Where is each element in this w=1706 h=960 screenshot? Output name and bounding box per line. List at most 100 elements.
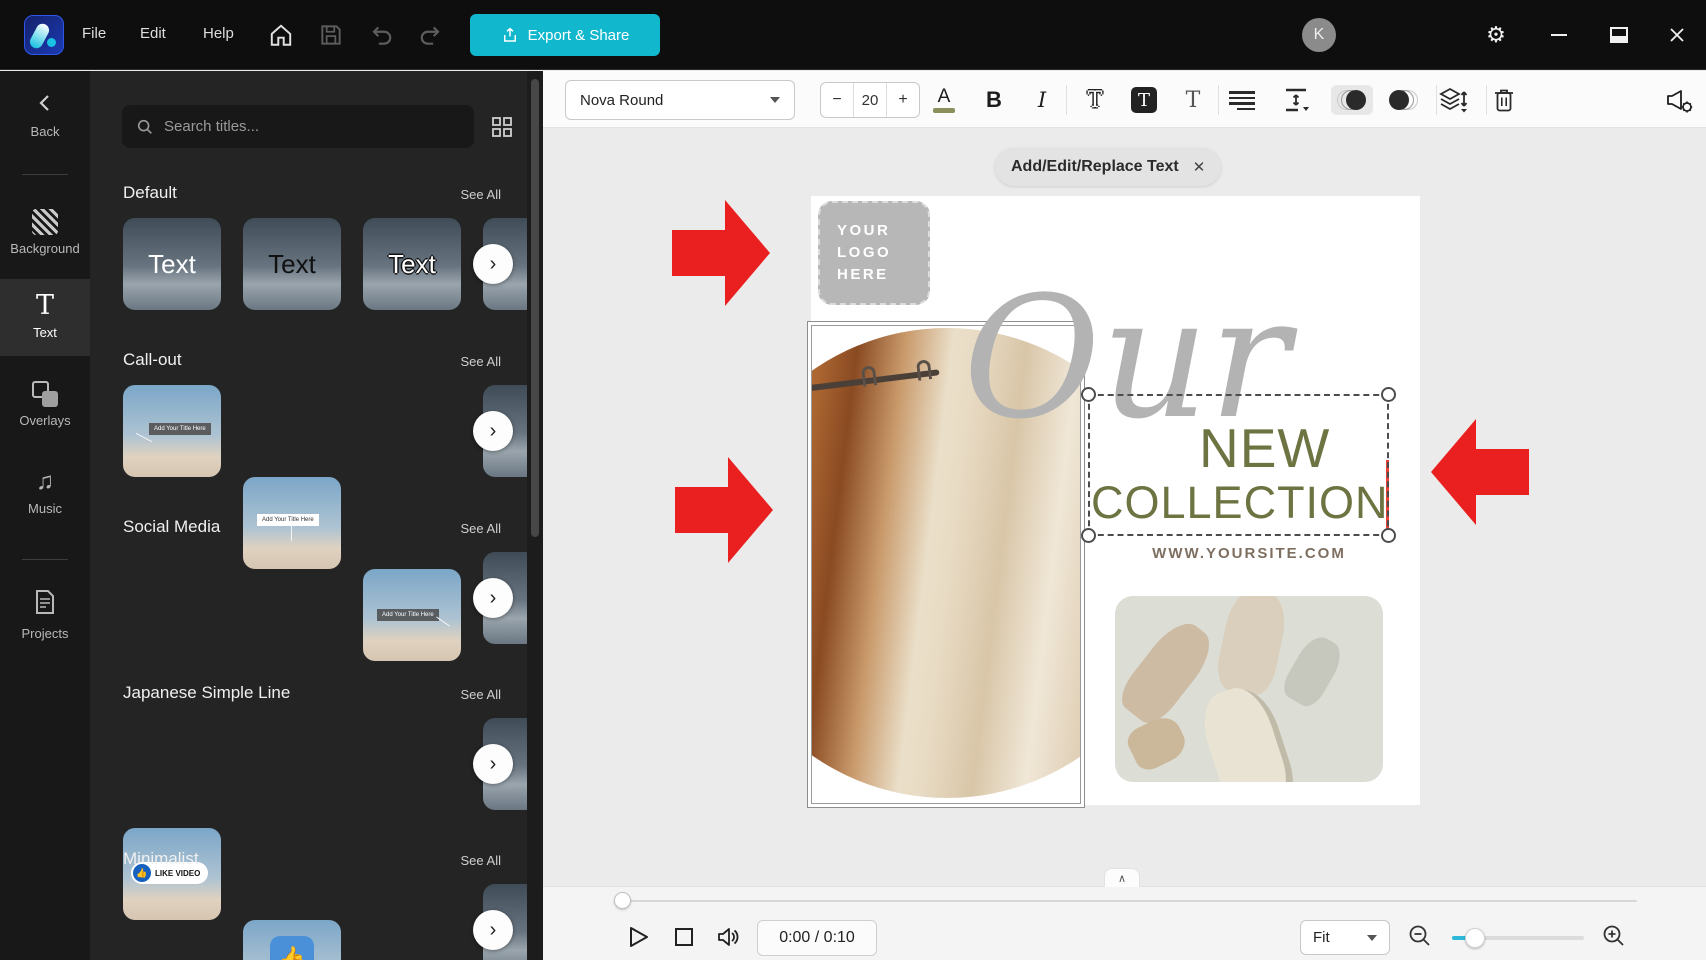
settings-gear-icon[interactable]: ⚙ bbox=[1482, 22, 1510, 48]
text-box-style-button[interactable]: T bbox=[1129, 85, 1159, 115]
close-button[interactable] bbox=[1663, 22, 1691, 48]
nav-divider bbox=[22, 174, 68, 175]
selection-handle-nw[interactable] bbox=[1081, 387, 1096, 402]
sidebar-item-overlays[interactable]: Overlays bbox=[0, 381, 90, 428]
font-color-button[interactable]: A bbox=[929, 85, 959, 115]
template-thumb-text-white[interactable]: Text bbox=[123, 218, 221, 310]
artboard[interactable]: YOUR LOGO HERE Our NEW COLLECTION WWW.YO… bbox=[807, 196, 1420, 808]
row-next-arrow[interactable]: › bbox=[473, 244, 513, 284]
redo-icon[interactable] bbox=[418, 22, 444, 48]
projects-doc-icon bbox=[36, 590, 54, 614]
timeline-expand-button[interactable]: ∧ bbox=[1104, 868, 1140, 887]
text-selection-box[interactable] bbox=[1081, 387, 1396, 543]
italic-button[interactable]: I bbox=[1027, 85, 1057, 115]
template-thumb-like-big[interactable]: 👍 LIKE bbox=[243, 920, 341, 960]
playback-bar: ∧ 0:00 / 0:10 Fit bbox=[543, 868, 1706, 960]
bold-button[interactable]: B bbox=[979, 85, 1009, 115]
template-thumb-callout-3[interactable]: Add Your Title Here bbox=[363, 569, 461, 661]
tooltip-close-icon[interactable]: ✕ bbox=[1193, 158, 1206, 176]
template-thumb-text-black[interactable]: Text bbox=[243, 218, 341, 310]
text-outline-style-button[interactable]: T bbox=[1080, 85, 1110, 115]
back-chevron-icon bbox=[39, 95, 49, 111]
row-next-arrow[interactable]: › bbox=[473, 411, 513, 451]
megaphone-gear-icon bbox=[1667, 90, 1693, 113]
row-next-arrow[interactable]: › bbox=[473, 744, 513, 784]
see-all-social[interactable]: See All bbox=[461, 521, 501, 536]
align-button[interactable] bbox=[1229, 85, 1259, 115]
menu-edit[interactable]: Edit bbox=[140, 25, 166, 42]
font-size-value[interactable]: 20 bbox=[853, 83, 887, 117]
menu-help[interactable]: Help bbox=[203, 25, 234, 42]
zoom-slider-handle[interactable] bbox=[1465, 928, 1485, 948]
volume-button[interactable] bbox=[715, 924, 741, 950]
titlebar: File Edit Help Export & Share K ⚙ bbox=[0, 0, 1706, 70]
line-spacing-button[interactable] bbox=[1281, 85, 1315, 115]
logo-placeholder[interactable]: YOUR LOGO HERE bbox=[818, 201, 930, 305]
fade-out-icon bbox=[1389, 89, 1419, 111]
row-next-arrow[interactable]: › bbox=[473, 910, 513, 950]
sidebar-item-text[interactable]: T Text bbox=[0, 279, 90, 356]
see-all-callout[interactable]: See All bbox=[461, 354, 501, 369]
template-thumb-callout-2[interactable]: Add Your Title Here bbox=[243, 477, 341, 569]
font-size-increase-button[interactable]: + bbox=[887, 83, 919, 117]
thumb-up-icon: 👍 bbox=[270, 936, 314, 960]
sidebar-item-projects[interactable]: Projects bbox=[0, 589, 90, 641]
menu-file[interactable]: File bbox=[82, 25, 106, 42]
shoes-image[interactable] bbox=[1115, 596, 1383, 782]
section-title-japanese: Japanese Simple Line bbox=[123, 683, 291, 702]
stop-button[interactable] bbox=[671, 924, 697, 950]
sidebar-item-background[interactable]: Background bbox=[0, 209, 90, 256]
font-family-select[interactable]: Nova Round bbox=[565, 80, 795, 120]
guide-arrow-right-top bbox=[672, 200, 770, 306]
template-thumb-like-video-blue[interactable]: 👍 LIKE VIDEO bbox=[123, 828, 221, 920]
layer-order-button[interactable] bbox=[1435, 85, 1473, 115]
section-title-social: Social Media bbox=[123, 517, 221, 536]
trash-icon bbox=[1495, 89, 1513, 111]
selection-handle-ne[interactable] bbox=[1381, 387, 1396, 402]
font-size-stepper: − 20 + bbox=[820, 82, 920, 118]
guide-arrow-right-middle bbox=[675, 457, 773, 563]
zoom-out-button[interactable] bbox=[1407, 923, 1433, 949]
see-all-japanese[interactable]: See All bbox=[461, 687, 501, 702]
template-thumb-callout-1[interactable]: Add Your Title Here bbox=[123, 385, 221, 477]
maximize-button[interactable] bbox=[1605, 22, 1633, 48]
guide-arrow-left bbox=[1431, 419, 1529, 525]
zoom-fit-select[interactable]: Fit bbox=[1300, 920, 1390, 955]
text-shadow-style-button[interactable]: T bbox=[1178, 85, 1208, 115]
minimize-button[interactable] bbox=[1545, 22, 1573, 48]
fade-out-button[interactable] bbox=[1383, 85, 1425, 115]
edit-text-tooltip: Add/Edit/Replace Text ✕ bbox=[995, 148, 1222, 186]
app-logo-icon[interactable] bbox=[24, 15, 64, 55]
panel-scrollbar-track[interactable] bbox=[527, 71, 543, 960]
see-all-default[interactable]: See All bbox=[461, 187, 501, 202]
seek-handle[interactable] bbox=[614, 892, 631, 909]
panel-scrollbar-thumb[interactable] bbox=[531, 79, 539, 537]
play-button[interactable] bbox=[625, 924, 651, 950]
sidebar-item-music[interactable]: ♫ Music bbox=[0, 469, 90, 517]
font-size-decrease-button[interactable]: − bbox=[821, 83, 853, 117]
see-all-minimalist[interactable]: See All bbox=[461, 853, 501, 868]
render-settings-button[interactable] bbox=[1661, 85, 1697, 115]
canvas-stage[interactable]: Add/Edit/Replace Text ✕ YOUR LOGO HERE O… bbox=[543, 128, 1706, 886]
fade-in-button[interactable] bbox=[1331, 85, 1373, 115]
template-thumb-text-outline[interactable]: Text bbox=[363, 218, 461, 310]
delete-button[interactable] bbox=[1487, 85, 1521, 115]
overlays-icon bbox=[32, 381, 58, 407]
selection-handle-se[interactable] bbox=[1381, 528, 1396, 543]
search-input[interactable]: Search titles... bbox=[122, 105, 474, 148]
sidebar-item-back[interactable]: Back bbox=[0, 93, 90, 139]
selection-handle-sw[interactable] bbox=[1081, 528, 1096, 543]
avatar[interactable]: K bbox=[1302, 18, 1336, 52]
text-toolbar: Nova Round − 20 + A B I T T T bbox=[543, 71, 1706, 128]
save-icon[interactable] bbox=[318, 22, 344, 48]
home-icon[interactable] bbox=[268, 22, 294, 48]
seek-track[interactable] bbox=[621, 900, 1637, 902]
text-icon: T bbox=[35, 290, 54, 321]
export-share-button[interactable]: Export & Share bbox=[470, 14, 660, 56]
row-next-arrow[interactable]: › bbox=[473, 578, 513, 618]
category-grid-icon[interactable] bbox=[490, 115, 514, 139]
zoom-in-button[interactable] bbox=[1601, 923, 1627, 949]
website-text[interactable]: WWW.YOURSITE.COM bbox=[1111, 545, 1387, 562]
section-title-minimalist: Minimalist bbox=[123, 849, 199, 868]
undo-icon[interactable] bbox=[368, 22, 394, 48]
